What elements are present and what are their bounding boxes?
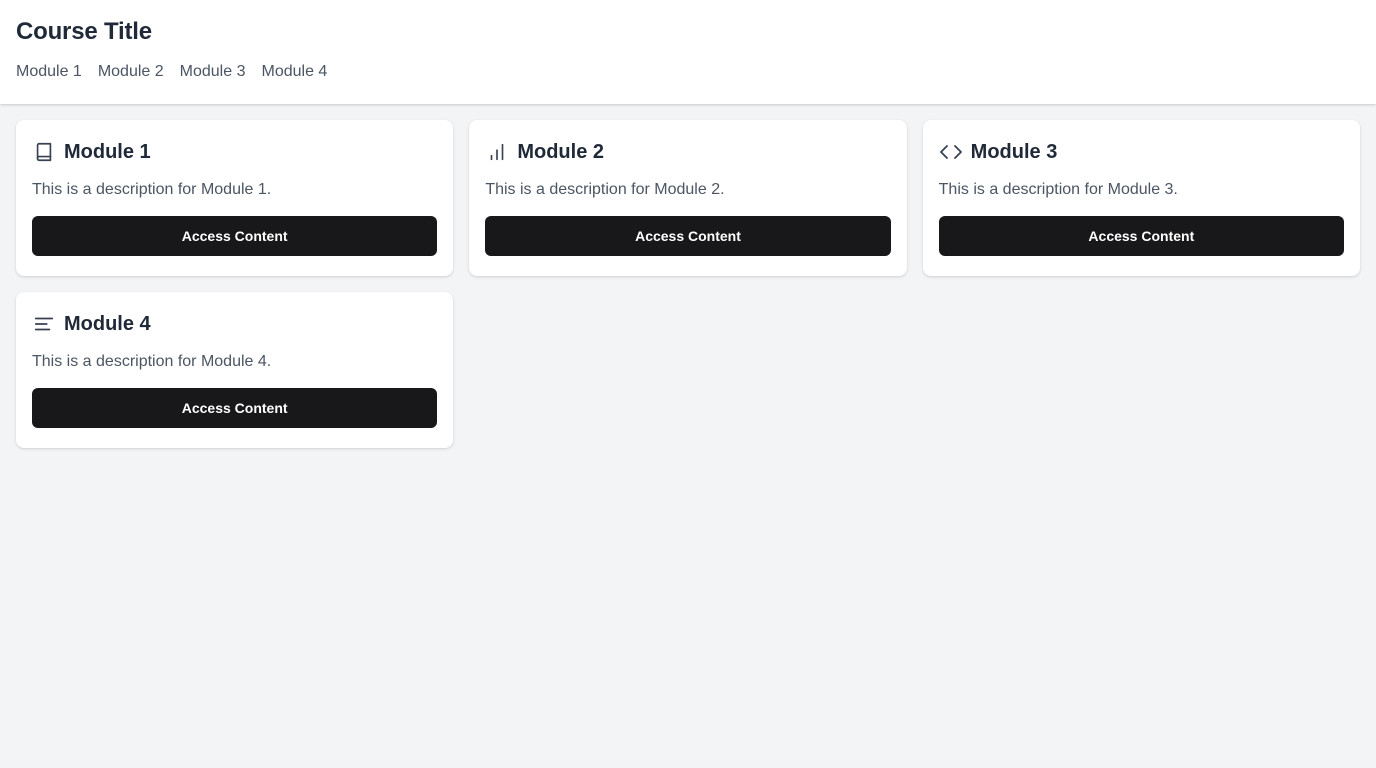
nav-link-module-2[interactable]: Module 2 [98, 60, 164, 84]
nav-link-module-1[interactable]: Module 1 [16, 60, 82, 84]
code-icon [939, 140, 963, 164]
page-header: Course Title Module 1 Module 2 Module 3 … [0, 0, 1376, 104]
module-card-4: Module 4 This is a description for Modul… [16, 292, 454, 448]
bar-chart-icon [485, 140, 509, 164]
module-nav: Module 1 Module 2 Module 3 Module 4 [16, 60, 1360, 84]
access-content-button[interactable]: Access Content [32, 388, 438, 428]
module-description: This is a description for Module 2. [485, 181, 725, 198]
access-content-button[interactable]: Access Content [485, 216, 891, 256]
module-title: Module 3 [970, 141, 1058, 163]
module-description: This is a description for Module 1. [32, 181, 272, 198]
module-card-header: Module 1 [32, 138, 437, 166]
module-title: Module 4 [64, 313, 151, 335]
access-content-button[interactable]: Access Content [938, 216, 1344, 256]
module-title: Module 1 [64, 141, 151, 163]
nav-link-module-3[interactable]: Module 3 [180, 60, 246, 84]
course-title: Course Title [16, 18, 152, 45]
module-description: This is a description for Module 4. [32, 353, 272, 370]
module-card-header: Module 2 [485, 138, 890, 166]
nav-link-module-4[interactable]: Module 4 [261, 60, 327, 84]
access-content-button[interactable]: Access Content [32, 216, 438, 256]
align-left-icon [32, 312, 56, 336]
module-card-header: Module 3 [939, 138, 1344, 166]
book-icon [32, 140, 56, 164]
module-card-1: Module 1 This is a description for Modul… [16, 120, 454, 276]
module-card-2: Module 2 This is a description for Modul… [469, 120, 907, 276]
module-description: This is a description for Module 3. [938, 181, 1178, 198]
module-card-3: Module 3 This is a description for Modul… [922, 120, 1360, 276]
module-card-header: Module 4 [32, 310, 437, 338]
module-title: Module 2 [517, 141, 604, 163]
module-grid: Module 1 This is a description for Modul… [16, 120, 1360, 448]
